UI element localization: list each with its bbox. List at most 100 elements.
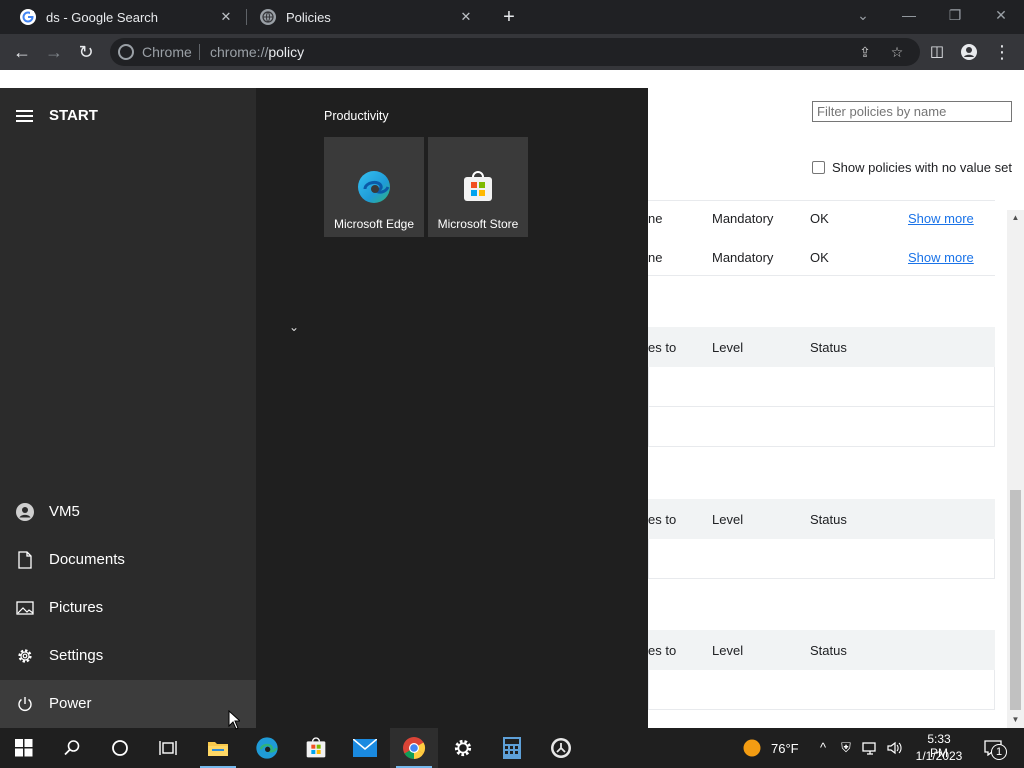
weather-temperature[interactable]: 76°F [771,741,799,756]
volume-icon[interactable] [886,740,902,756]
close-tab-icon[interactable]: ✕ [458,9,474,25]
status-header: Status [810,340,847,355]
file-explorer-button[interactable] [194,728,242,768]
address-bar[interactable]: Chrome chrome://policy ⇪ ☆ [110,38,920,66]
start-item-label: Settings [49,647,104,664]
search-button[interactable] [48,728,96,768]
windows-start-button[interactable] [0,728,48,768]
cortana-button[interactable] [96,728,144,768]
security-icon[interactable]: ⛨ [838,740,854,756]
hamburger-menu-icon[interactable] [16,110,33,122]
policy-status-cell: OK [810,250,829,265]
cortana-icon [112,740,128,756]
minimize-button[interactable]: — [886,0,932,30]
policy-level-cell: Mandatory [712,250,774,265]
level-header: Level [712,643,744,658]
page-scrollbar[interactable]: ▲ ▼ [1007,210,1024,728]
tab-search-icon[interactable]: ⌄ [840,0,886,30]
tile-group-title[interactable]: Productivity [324,109,389,123]
user-icon [16,503,34,521]
start-item-settings[interactable]: Settings [0,632,256,680]
edge-taskbar-button[interactable] [243,728,291,768]
start-item-power[interactable]: Power [0,680,256,728]
mail-icon [353,739,377,757]
start-item-account[interactable]: VM5 [0,488,256,536]
bookmark-star-icon[interactable]: ☆ [888,43,906,61]
chevron-up-icon[interactable]: ^ [815,740,831,756]
policy-source-cell: ne [648,250,663,265]
mail-taskbar-button[interactable] [341,728,389,768]
applies-to-header: es to [648,512,677,527]
start-item-label: Pictures [49,599,104,616]
task-view-button[interactable] [144,728,192,768]
tab-title: ds - Google Search [46,9,159,25]
globe-icon [260,9,276,25]
calculator-icon [503,737,521,759]
store-icon [464,171,492,201]
table-row [648,407,995,447]
tab-title: Policies [286,9,331,25]
gear-icon [454,739,472,757]
clock-date[interactable]: 1/1/2023 [913,749,965,763]
table-row [648,670,995,710]
show-unset-checkbox[interactable] [812,161,825,174]
scroll-down-icon[interactable]: ▼ [1011,715,1020,724]
level-header: Level [712,340,744,355]
tab-policies[interactable]: Policies ✕ [248,0,484,34]
start-item-pictures[interactable]: Pictures [0,584,256,632]
new-tab-button[interactable]: + [498,7,520,29]
store-taskbar-button[interactable] [292,728,340,768]
notification-count-badge: 1 [991,744,1007,760]
table-row [648,367,995,407]
scroll-thumb[interactable] [1010,490,1021,710]
policy-table-header: es to Level Status [648,630,995,670]
show-more-link[interactable]: Show more [908,211,974,226]
profile-icon[interactable] [957,40,981,64]
reload-button[interactable]: ↻ [74,40,98,64]
search-icon [64,740,80,756]
mouse-cursor-icon [228,710,240,730]
collapse-chevron-icon[interactable]: ⌄ [287,320,301,334]
browser-toolbar: ← → ↻ Chrome chrome://policy ⇪ ☆ ◫ ⋮ [0,34,1024,70]
windows-logo-icon [15,739,33,757]
back-button[interactable]: ← [10,40,34,64]
settings-taskbar-button[interactable] [439,728,487,768]
document-icon [18,551,32,569]
show-more-link[interactable]: Show more [908,250,974,265]
close-tab-icon[interactable]: ✕ [218,9,234,25]
calculator-taskbar-button[interactable] [488,728,536,768]
restore-button[interactable]: ❐ [932,0,978,30]
share-icon[interactable]: ⇪ [856,43,874,61]
chrome-taskbar-button[interactable] [390,728,438,768]
network-icon[interactable] [862,740,878,756]
clock-app-taskbar-button[interactable] [537,728,585,768]
scroll-up-icon[interactable]: ▲ [1011,213,1020,222]
tile-label: Microsoft Store [437,217,519,231]
google-g-icon [20,9,36,25]
tile-microsoft-store[interactable]: Microsoft Store [428,137,528,237]
policy-filter-input[interactable]: Filter policies by name [812,101,1012,122]
side-panel-icon[interactable]: ◫ [925,40,949,64]
close-window-button[interactable]: ✕ [978,0,1024,30]
policy-level-cell: Mandatory [712,211,774,226]
chrome-icon [118,44,134,60]
policy-status-cell: OK [810,211,829,226]
policy-source-cell: ne [648,211,663,226]
address-chip: Chrome [142,44,192,60]
start-title: START [49,107,98,124]
task-view-icon [159,741,177,755]
level-header: Level [712,512,744,527]
forward-button[interactable]: → [42,40,66,64]
applies-to-header: es to [648,340,677,355]
show-unset-option[interactable]: Show policies with no value set [812,160,1012,175]
more-menu-icon[interactable]: ⋮ [990,40,1014,64]
weather-sun-icon[interactable] [743,739,761,757]
policy-table-header: es to Level Status [648,327,995,367]
table-border [648,275,995,276]
store-icon [306,737,326,758]
tile-microsoft-edge[interactable]: Microsoft Edge [324,137,424,237]
address-url: chrome://policy [210,44,305,60]
tab-google-search[interactable]: ds - Google Search ✕ [8,0,244,34]
policy-table-header: es to Level Status [648,499,995,539]
start-item-documents[interactable]: Documents [0,536,256,584]
